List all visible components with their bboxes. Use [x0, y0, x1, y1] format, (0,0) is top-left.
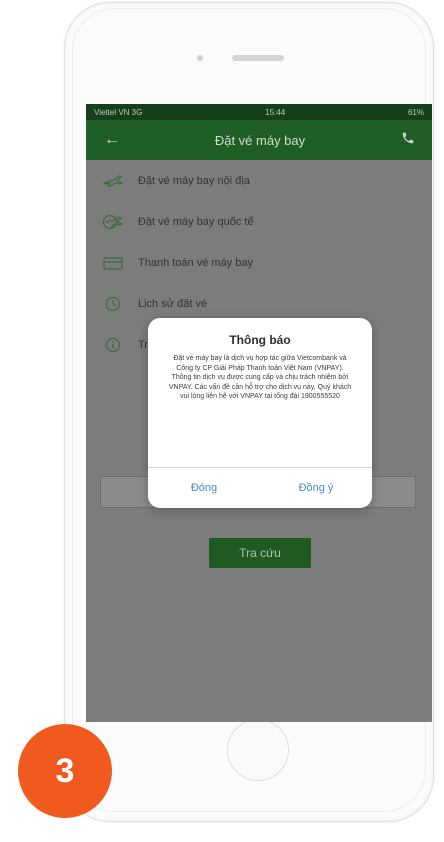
speaker-grille	[232, 55, 284, 61]
carrier-label: Viettel VN 3G	[94, 107, 143, 117]
menu-item-payment[interactable]: Thanh toán vé máy bay	[86, 242, 432, 283]
time-label: 15:44	[265, 107, 286, 117]
dialog-title: Thông báo	[229, 333, 291, 347]
back-arrow-icon[interactable]: ←	[102, 131, 122, 149]
history-icon	[102, 296, 124, 312]
notice-dialog: Thông báo Đặt vé máy bay là dịch vụ hợp …	[148, 318, 372, 508]
menu-item-domestic[interactable]: Đặt vé máy bay nội địa	[86, 160, 432, 201]
search-button[interactable]: Tra cứu	[209, 538, 311, 568]
menu-item-label: Lịch sử đặt vé	[138, 297, 208, 310]
menu-item-label: Đặt vé máy bay nội địa	[138, 174, 250, 187]
plane-international-icon	[102, 214, 124, 230]
info-icon	[102, 337, 124, 353]
step-badge: 3	[18, 724, 112, 818]
plane-domestic-icon	[102, 173, 124, 189]
dialog-actions: Đóng Đồng ý	[148, 467, 372, 508]
ticket-icon	[102, 255, 124, 271]
camera-icon	[197, 55, 203, 61]
home-button[interactable]	[227, 719, 289, 781]
menu-item-label: Thanh toán vé máy bay	[138, 256, 253, 269]
status-bar: Viettel VN 3G 15:44 61%	[86, 104, 432, 120]
battery-label: 61%	[407, 107, 424, 117]
menu-item-label: Đặt vé máy bay quốc tế	[138, 215, 254, 228]
menu-item-international[interactable]: Đặt vé máy bay quốc tế	[86, 201, 432, 242]
dialog-message: Đặt vé máy bay là dịch vụ hợp tác giữa V…	[168, 355, 352, 400]
phone-icon[interactable]	[398, 131, 418, 150]
app-header: ← Đặt vé máy bay	[86, 120, 432, 160]
close-button[interactable]: Đóng	[148, 468, 260, 508]
page-title: Đặt vé máy bay	[214, 132, 306, 148]
agree-button[interactable]: Đồng ý	[260, 468, 372, 508]
